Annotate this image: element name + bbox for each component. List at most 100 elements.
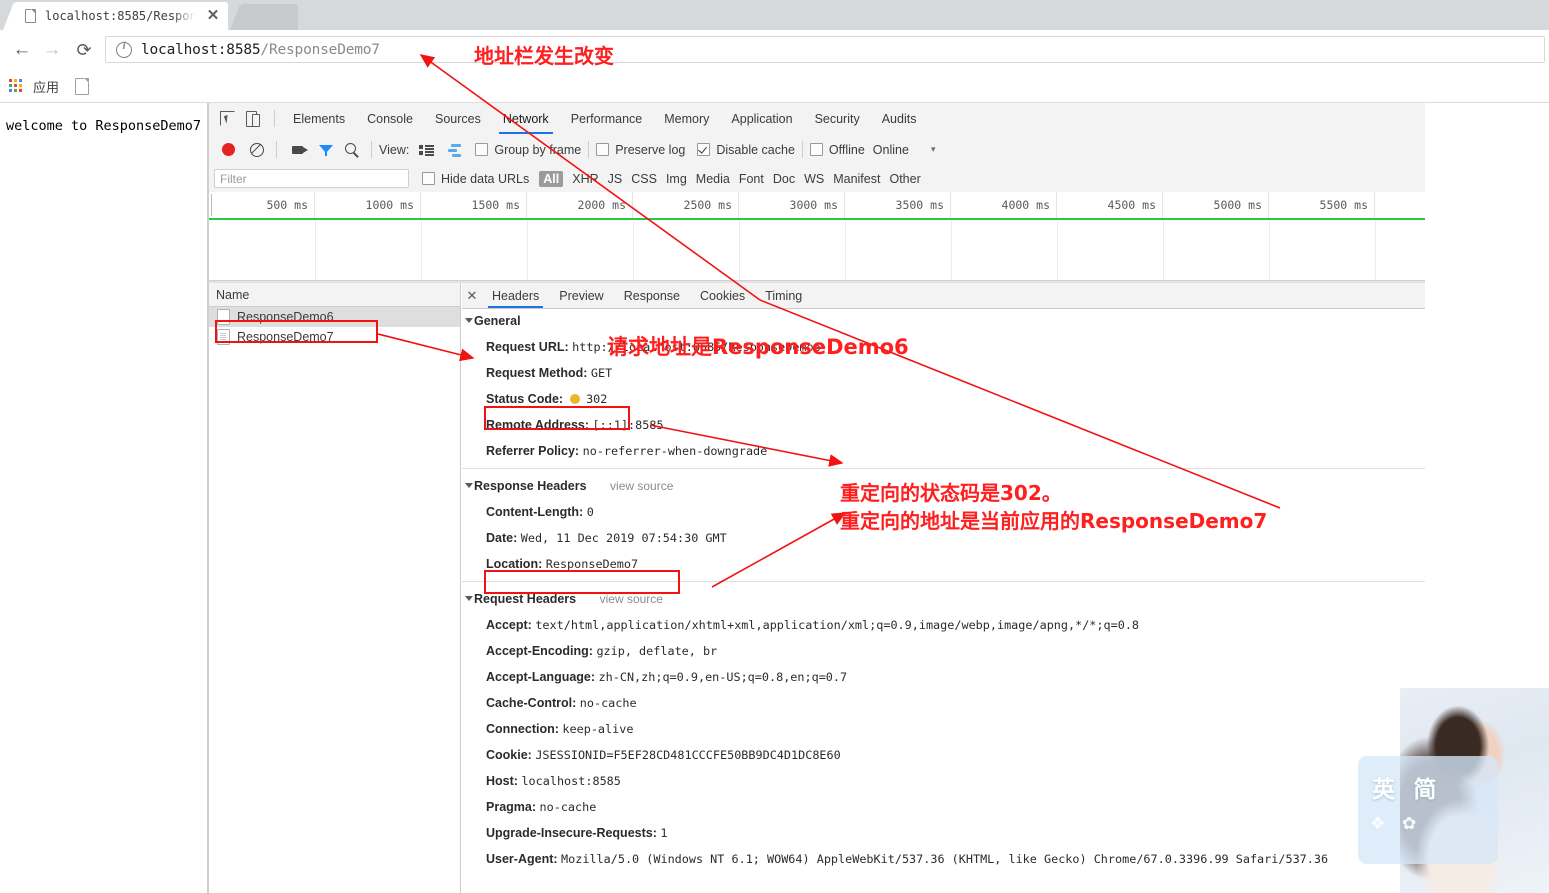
section-request-headers[interactable]: Request Headers view source <box>462 586 1425 612</box>
header-key: User-Agent: <box>486 852 558 866</box>
type-filter-font[interactable]: Font <box>739 172 764 186</box>
chevron-down-icon[interactable]: ▾ <box>931 144 936 155</box>
type-filter-other[interactable]: Other <box>889 172 920 186</box>
timeline-tick-label: 2000 ms <box>577 198 626 212</box>
hide-data-urls-checkbox[interactable]: Hide data URLs <box>422 172 529 186</box>
divider <box>462 468 1425 469</box>
type-filter-css[interactable]: CSS <box>631 172 657 186</box>
offline-checkbox[interactable]: Offline <box>809 143 865 157</box>
timeline-tick-label: 500 ms <box>266 198 308 212</box>
checkbox-box[interactable] <box>697 143 711 156</box>
header-key: Request Method: <box>486 366 588 380</box>
section-response-headers[interactable]: Response Headers view source <box>462 473 1425 499</box>
tab-cookies[interactable]: Cookies <box>690 284 755 308</box>
apps-grid-icon[interactable] <box>9 79 23 93</box>
tab-application[interactable]: Application <box>720 104 803 134</box>
new-tab-button[interactable] <box>230 4 298 30</box>
divider <box>801 141 803 158</box>
checkbox-box[interactable] <box>596 143 610 156</box>
preserve-log-checkbox[interactable]: Preserve log <box>596 143 685 157</box>
header-row-cookie: Cookie: JSESSIONID=F5EF28CD481CCCFE50BB9… <box>462 742 1425 768</box>
devtools-tabbar: Elements Console Sources Network Perform… <box>209 103 1425 135</box>
header-row-request-method: Request Method: GET <box>462 360 1425 386</box>
tab-response[interactable]: Response <box>614 284 690 308</box>
view-source-link[interactable]: view source <box>600 592 663 606</box>
tab-timing[interactable]: Timing <box>755 284 812 308</box>
view-large-rows-icon[interactable] <box>415 139 437 161</box>
requests-column-header[interactable]: Name <box>209 283 461 307</box>
timeline-tick-label: 1500 ms <box>471 198 520 212</box>
type-filter-xhr[interactable]: XHR <box>572 172 598 186</box>
forward-button[interactable]: → <box>40 38 64 62</box>
header-value: http://localhost:8585/ResponseDemo6 <box>572 340 821 354</box>
page-icon[interactable] <box>75 77 90 95</box>
tab-sources[interactable]: Sources <box>424 104 492 134</box>
group-by-frame-checkbox[interactable]: Group by frame <box>475 143 581 157</box>
page-viewport: welcome to ResponseDemo7 <box>0 103 208 893</box>
divider <box>371 141 372 158</box>
type-filter-all[interactable]: All <box>539 170 564 187</box>
close-icon[interactable]: ✕ <box>206 8 220 23</box>
divider <box>462 581 1425 582</box>
search-icon[interactable] <box>340 138 364 162</box>
header-row-request-url: Request URL: http://localhost:8585/Respo… <box>462 334 1425 360</box>
tab-network[interactable]: Network <box>492 104 560 134</box>
requests-list[interactable]: ResponseDemo6 ResponseDemo7 <box>209 307 461 893</box>
tab-audits[interactable]: Audits <box>871 104 928 134</box>
clear-icon[interactable] <box>245 138 269 162</box>
reload-button[interactable]: ⟳ <box>72 38 96 62</box>
tab-security[interactable]: Security <box>804 104 871 134</box>
header-value: no-cache <box>579 696 637 710</box>
tab-performance[interactable]: Performance <box>560 104 654 134</box>
browser-tab[interactable]: localhost:8585/Respons ✕ <box>3 2 228 30</box>
bookmark-apps-label[interactable]: 应用 <box>33 77 59 96</box>
type-filter-img[interactable]: Img <box>666 172 687 186</box>
type-filter-ws[interactable]: WS <box>804 172 824 186</box>
list-item[interactable]: ResponseDemo6 <box>209 307 460 327</box>
header-row-date: Date: Wed, 11 Dec 2019 07:54:30 GMT <box>462 525 1425 551</box>
info-icon[interactable] <box>116 41 132 58</box>
header-value: 1 <box>660 826 668 840</box>
header-row-accept-encoding: Accept-Encoding: gzip, deflate, br <box>462 638 1425 664</box>
throttling-value[interactable]: Online <box>873 143 909 157</box>
list-item[interactable]: ResponseDemo7 <box>209 327 460 347</box>
close-icon[interactable]: ✕ <box>462 284 482 308</box>
capture-screenshots-icon[interactable] <box>288 138 312 162</box>
type-filter-js[interactable]: JS <box>608 172 623 186</box>
type-filter-media[interactable]: Media <box>696 172 730 186</box>
tab-preview[interactable]: Preview <box>549 284 613 308</box>
address-bar[interactable]: localhost:8585/ResponseDemo7 <box>105 36 1545 63</box>
section-general[interactable]: General <box>462 308 1425 334</box>
timeline-tick-label: 5500 ms <box>1319 198 1368 212</box>
filter-input[interactable]: Filter <box>214 169 409 188</box>
timeline-tick-label: 4000 ms <box>1001 198 1050 212</box>
tab-headers[interactable]: Headers <box>482 284 549 308</box>
disable-cache-checkbox[interactable]: Disable cache <box>697 143 795 157</box>
hide-data-urls-label: Hide data URLs <box>441 171 530 186</box>
status-badge <box>569 394 580 404</box>
tab-console[interactable]: Console <box>356 104 424 134</box>
type-filter-manifest[interactable]: Manifest <box>833 172 880 186</box>
tab-memory[interactable]: Memory <box>653 104 720 134</box>
checkbox-box[interactable] <box>475 143 489 156</box>
tab-elements[interactable]: Elements <box>282 104 356 134</box>
device-toolbar-icon[interactable] <box>241 106 267 132</box>
inspect-element-icon[interactable] <box>215 106 241 132</box>
checkbox-box[interactable] <box>422 172 435 185</box>
filter-icon[interactable] <box>314 138 338 162</box>
record-icon[interactable] <box>217 138 241 162</box>
back-button[interactable]: ← <box>10 38 34 62</box>
network-overview-graph[interactable] <box>209 218 1425 281</box>
view-overview-icon[interactable] <box>443 139 465 161</box>
network-filterbar: Filter Hide data URLs All XHR JS CSS Img… <box>209 165 1425 193</box>
type-filter-doc[interactable]: Doc <box>773 172 795 186</box>
browser-tab-strip: localhost:8585/Respons ✕ <box>0 0 1549 30</box>
header-value: ResponseDemo7 <box>545 557 639 571</box>
domcontentloaded-line <box>209 218 1425 220</box>
view-source-link[interactable]: view source <box>610 479 673 493</box>
timeline-tick-label: 2500 ms <box>683 198 732 212</box>
checkbox-box[interactable] <box>809 143 823 156</box>
header-value: Wed, 11 Dec 2019 07:54:30 GMT <box>520 531 727 545</box>
timeline-tick-label: 1000 ms <box>365 198 414 212</box>
header-key: Accept-Encoding: <box>486 644 593 658</box>
